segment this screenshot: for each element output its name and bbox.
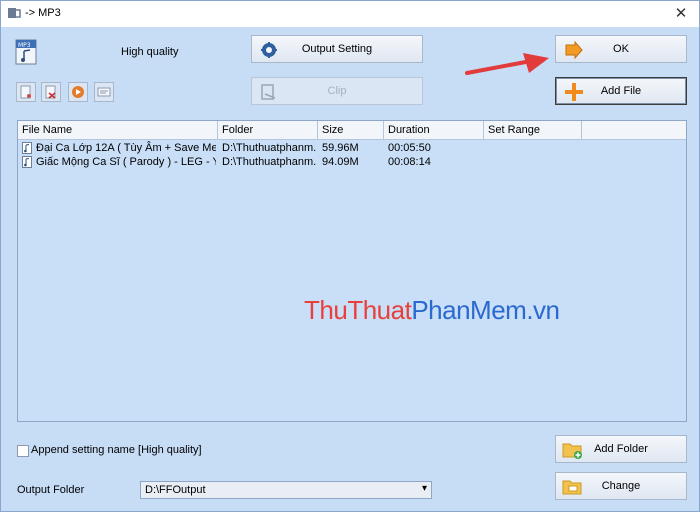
info-icon (97, 87, 111, 97)
window-title: -> MP3 (25, 7, 61, 19)
add-file-button[interactable]: Add File (555, 77, 687, 105)
music-file-icon (22, 142, 32, 154)
add-folder-button[interactable]: Add Folder (555, 435, 687, 463)
watermark-part-1: Thu (304, 295, 348, 325)
play-icon (72, 86, 84, 98)
size-cell: 94.09M (322, 156, 359, 168)
column-file-name[interactable]: File Name (18, 121, 218, 139)
new-item-button[interactable] (16, 82, 36, 102)
file-list[interactable]: File Name Folder Size Duration Set Range… (17, 120, 687, 422)
output-folder-select[interactable]: D:\FFOutput ▾ (140, 481, 432, 499)
mp3-file-icon: MP3 (15, 39, 37, 65)
file-name-cell: Giấc Mộng Ca Sĩ ( Parody ) - LEG - YouTu… (36, 156, 216, 168)
close-icon: ✕ (674, 5, 688, 22)
folder-cell: D:\Thuthuatphanm... (222, 156, 316, 168)
app-icon (8, 8, 21, 18)
watermark-part-2: Thuat (347, 295, 412, 325)
table-row[interactable]: Đại Ca Lớp 12A ( Tùy Âm + Save Me Paro..… (18, 141, 686, 156)
output-setting-label: Output Setting (301, 43, 373, 55)
music-file-icon (22, 156, 32, 168)
append-setting-label: Append setting name [High quality] (31, 444, 202, 456)
column-folder[interactable]: Folder (218, 121, 318, 139)
clip-label: Clip (327, 85, 347, 97)
close-button[interactable]: ✕ (663, 1, 699, 27)
annotation-arrow-icon (465, 53, 549, 75)
change-label: Change (601, 480, 641, 492)
append-setting-checkbox[interactable] (17, 445, 29, 457)
new-file-icon (20, 85, 31, 99)
table-row[interactable]: Giấc Mộng Ca Sĩ ( Parody ) - LEG - YouTu… (18, 155, 686, 170)
title-bar: -> MP3 ✕ (1, 1, 699, 27)
clip-button[interactable]: Clip (251, 77, 423, 105)
svg-text:MP3: MP3 (18, 42, 31, 49)
watermark: ThuThuatPhanMem.vn (304, 295, 560, 326)
ok-button[interactable]: OK (555, 35, 687, 63)
watermark-part-4: .vn (526, 295, 560, 325)
duration-cell: 00:05:50 (388, 142, 431, 154)
duration-cell: 00:08:14 (388, 156, 431, 168)
main-window: -> MP3 ✕ MP3 High quality Output Setting… (0, 0, 700, 512)
output-folder-value: D:\FFOutput (145, 484, 206, 496)
ok-label: OK (613, 43, 629, 55)
quality-label: High quality (121, 46, 179, 58)
add-file-label: Add File (600, 85, 642, 97)
output-folder-label: Output Folder (17, 484, 85, 496)
column-set-range[interactable]: Set Range (484, 121, 582, 139)
column-duration[interactable]: Duration (384, 121, 484, 139)
change-button[interactable]: Change (555, 472, 687, 500)
folder-cell: D:\Thuthuatphanm... (222, 142, 316, 154)
play-button[interactable] (68, 82, 88, 102)
remove-icon (45, 85, 56, 99)
column-size[interactable]: Size (318, 121, 384, 139)
chevron-down-icon: ▾ (421, 483, 427, 494)
watermark-part-3: PhanMem (411, 295, 527, 325)
list-header: File Name Folder Size Duration Set Range (18, 121, 686, 140)
size-cell: 59.96M (322, 142, 359, 154)
info-button[interactable] (94, 82, 114, 102)
remove-item-button[interactable] (41, 82, 61, 102)
file-name-cell: Đại Ca Lớp 12A ( Tùy Âm + Save Me Paro..… (36, 142, 216, 154)
output-setting-button[interactable]: Output Setting (251, 35, 423, 63)
add-folder-label: Add Folder (594, 443, 648, 455)
